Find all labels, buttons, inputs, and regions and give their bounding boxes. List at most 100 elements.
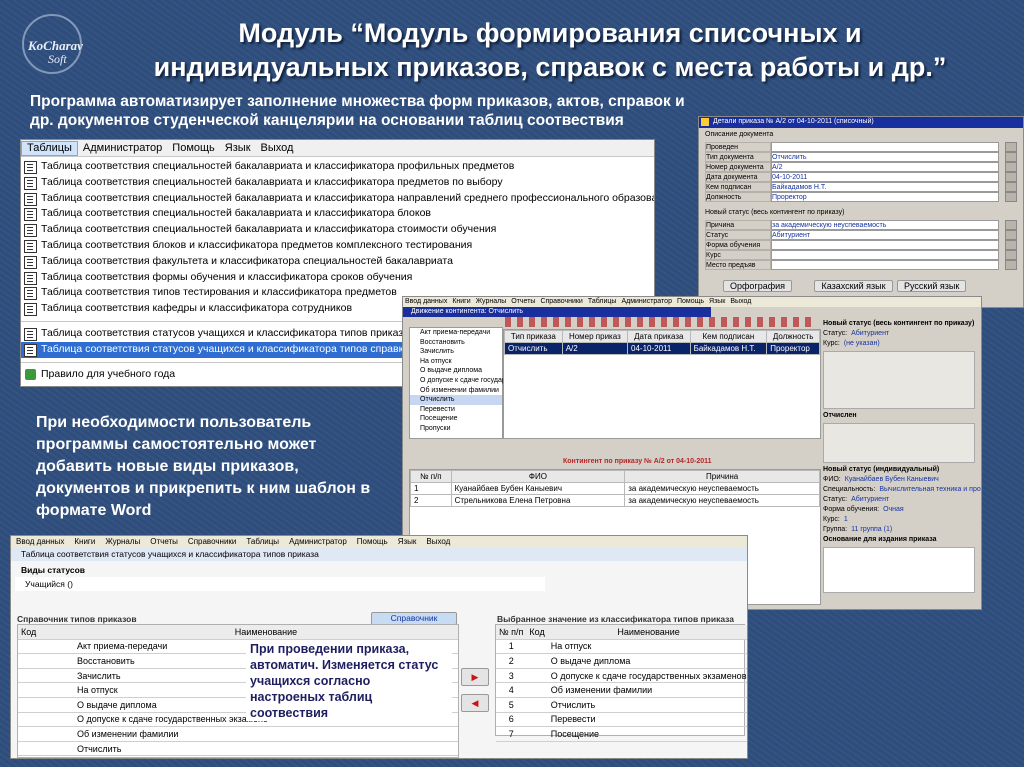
field-lookup-icon[interactable]	[1005, 182, 1017, 192]
detail-field-value[interactable]: Абитуриент	[771, 230, 999, 240]
field-lookup-icon[interactable]	[1005, 250, 1017, 260]
menu-administrator[interactable]: Администратор	[78, 140, 167, 156]
selected-value-row[interactable]: 7 Посещение	[496, 726, 747, 742]
tree-item[interactable]: Восстановить	[410, 338, 502, 348]
selected-value-row[interactable]: 5 Отчислить	[496, 697, 747, 713]
selected-value-row[interactable]: 2 О выдаче диплома	[496, 653, 747, 669]
tree-item[interactable]: О допуске к сдаче государствен	[410, 376, 524, 386]
tree-item[interactable]: Посещение	[410, 414, 502, 424]
right-panel-notes[interactable]	[823, 547, 975, 593]
field-lookup-icon[interactable]	[1005, 172, 1017, 182]
move-right-button[interactable]: ▶	[461, 668, 489, 686]
order-type-row[interactable]: Об изменении фамилии	[18, 726, 458, 742]
tree-item[interactable]: Зачислить	[410, 347, 502, 357]
tree-item[interactable]: Об изменении фамилии	[410, 386, 502, 396]
spelling-button[interactable]: Орфография	[723, 280, 793, 292]
contingent-row[interactable]: 1 Куанайбаев Бубен Каныевич за академическ…	[410, 482, 820, 495]
field-lookup-icon[interactable]	[1005, 152, 1017, 162]
detail-field-value[interactable]: Отчислить	[771, 152, 999, 162]
tree-item[interactable]: На отпуск	[410, 357, 502, 367]
detail-field-value[interactable]: 04-10-2011	[771, 172, 999, 182]
orders-menu-item[interactable]: Отчеты	[511, 298, 535, 305]
menu-exit[interactable]: Выход	[256, 140, 299, 156]
orders-menu-item[interactable]: Язык	[709, 298, 725, 305]
field-lookup-icon[interactable]	[1005, 220, 1017, 230]
orders-grid-row[interactable]: Отчислить А/2 04-10-2011 Байкадамов Н.Т. Про…	[504, 342, 820, 355]
contingent-header-cell[interactable]: Причина	[624, 470, 820, 483]
orders-menu-item[interactable]: Журналы	[476, 298, 507, 305]
right-panel-box[interactable]	[823, 351, 975, 409]
russian-language-button[interactable]: Русский язык	[897, 280, 967, 292]
status-menu-item[interactable]: Администратор	[289, 537, 347, 546]
tree-item[interactable]: Пропуски	[410, 424, 502, 434]
status-menu-item[interactable]: Язык	[398, 537, 417, 546]
detail-field-value[interactable]	[771, 240, 999, 250]
detail-field-value[interactable]: А/2	[771, 162, 999, 172]
detail-field-value[interactable]	[771, 142, 999, 152]
orders-menu-item[interactable]: Ввод данных	[405, 298, 447, 305]
field-lookup-icon[interactable]	[1005, 230, 1017, 240]
menu-item-table[interactable]: Таблица соответствия формы обучения и кл…	[21, 270, 654, 286]
kazakh-language-button[interactable]: Казахский язык	[814, 280, 893, 292]
field-lookup-icon[interactable]	[1005, 162, 1017, 172]
move-left-button[interactable]: ◀	[461, 694, 489, 712]
grid-header-cell[interactable]: Номер приказ	[561, 330, 629, 343]
selected-value-row[interactable]: 6 Перевести	[496, 712, 747, 728]
selected-value-row[interactable]: 4 Об изменении фамилии	[496, 682, 747, 698]
orders-menu-item[interactable]: Книги	[452, 298, 470, 305]
field-lookup-icon[interactable]	[1005, 192, 1017, 202]
status-menu-item[interactable]: Выход	[426, 537, 450, 546]
menu-item-table[interactable]: Таблица соответствия специальностей бака…	[21, 175, 654, 191]
table-icon	[24, 255, 37, 269]
selected-values-header: № п/п Код Наименование	[496, 625, 747, 640]
tree-item[interactable]: О выдаче диплома	[410, 366, 502, 376]
orders-menu-item[interactable]: Выход	[730, 298, 751, 305]
status-menu-item[interactable]: Ввод данных	[16, 537, 64, 546]
grid-header-cell[interactable]: Кем подписан	[689, 330, 768, 343]
status-kind-value[interactable]: Учащийся ()	[15, 577, 545, 591]
orders-toolbar[interactable]	[505, 317, 815, 327]
orders-menu-item[interactable]: Таблицы	[588, 298, 617, 305]
detail-field-value[interactable]	[771, 260, 999, 270]
orders-menu-item[interactable]: Администратор	[621, 298, 672, 305]
right-panel-box[interactable]	[823, 423, 975, 463]
detail-field-value[interactable]: за академическую неуспеваемость	[771, 220, 999, 230]
status-menu-item[interactable]: Справочники	[188, 537, 236, 546]
detail-field-value[interactable]	[771, 250, 999, 260]
contingent-row[interactable]: 2 Стрельникова Елена Петровна за академиче…	[410, 494, 820, 507]
status-menu-item[interactable]: Отчеты	[150, 537, 178, 546]
tree-item[interactable]: Перевести	[410, 405, 502, 415]
menu-help[interactable]: Помощь	[167, 140, 220, 156]
orders-menu-item[interactable]: Помощь	[677, 298, 704, 305]
field-lookup-icon[interactable]	[1005, 240, 1017, 250]
contingent-header-cell[interactable]: № п/п	[410, 470, 452, 483]
order-type-row[interactable]: Перевести	[18, 755, 458, 758]
status-menu-item[interactable]: Помощь	[357, 537, 388, 546]
order-type-row[interactable]: Отчислить	[18, 741, 458, 757]
detail-field-value[interactable]: Байкадамов Н.Т.	[771, 182, 999, 192]
menu-item-table[interactable]: Таблица соответствия факультета и класси…	[21, 254, 654, 270]
menu-tables[interactable]: Таблицы	[21, 141, 78, 156]
orders-menu-item[interactable]: Справочники	[540, 298, 582, 305]
contingent-header-cell[interactable]: ФИО	[450, 470, 626, 483]
field-lookup-icon[interactable]	[1005, 260, 1017, 270]
menu-language[interactable]: Язык	[220, 140, 256, 156]
selected-value-row[interactable]: 1 На отпуск	[496, 639, 747, 655]
grid-header-cell[interactable]: Тип приказа	[504, 330, 563, 343]
menu-item-table[interactable]: Таблица соответствия специальностей бака…	[21, 159, 654, 175]
tree-item[interactable]: Отчислить	[410, 395, 502, 405]
menu-item-table[interactable]: Таблица соответствия специальностей бака…	[21, 222, 654, 238]
field-lookup-icon[interactable]	[1005, 142, 1017, 152]
tree-item[interactable]: Акт приема-передачи	[410, 328, 502, 338]
status-menu-item[interactable]: Журналы	[105, 537, 140, 546]
menu-item-table[interactable]: Таблица соответствия специальностей бака…	[21, 206, 654, 222]
selected-value-row[interactable]: 3 О допуске к сдаче государственных экзам…	[496, 668, 747, 684]
menu-item-table[interactable]: Таблица соответствия специальностей бака…	[21, 191, 654, 207]
status-menu-item[interactable]: Книги	[74, 537, 95, 546]
col-code: Код	[18, 625, 74, 640]
grid-header-cell[interactable]: Должность	[766, 330, 820, 343]
grid-header-cell[interactable]: Дата приказа	[627, 330, 691, 343]
status-menu-item[interactable]: Таблицы	[246, 537, 279, 546]
menu-item-table[interactable]: Таблица соответствия блоков и классифика…	[21, 238, 654, 254]
detail-field-value[interactable]: Проректор	[771, 192, 999, 202]
